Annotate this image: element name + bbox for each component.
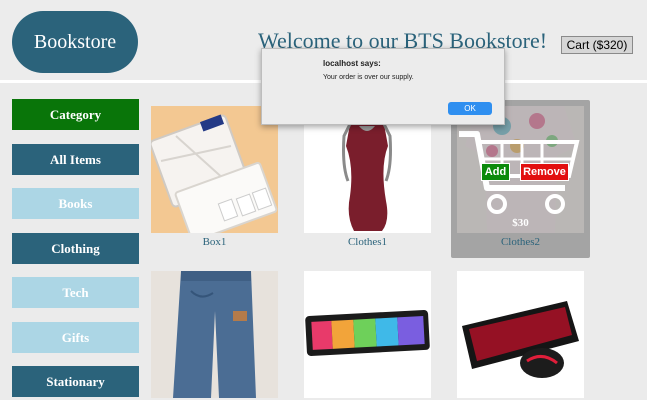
product-label[interactable]: Clothes1 bbox=[304, 236, 431, 248]
jeans-image bbox=[151, 271, 278, 398]
gaming-keyboard-image bbox=[457, 271, 584, 398]
product-label[interactable]: Clothes2 bbox=[457, 236, 584, 248]
dialog-title: localhost says: bbox=[323, 59, 381, 68]
product-image-clothes1[interactable] bbox=[304, 106, 431, 233]
dialog-message: Your order is over our supply. bbox=[323, 74, 414, 81]
sidebar-item-category[interactable]: Category bbox=[12, 99, 139, 130]
product-image-clothes2[interactable]: Add Remove $30 bbox=[457, 106, 584, 233]
sidebar-item-all-items[interactable]: All Items bbox=[12, 144, 139, 175]
page: Bookstore Welcome to our BTS Bookstore! … bbox=[0, 0, 647, 400]
product-image-jeans[interactable] bbox=[151, 271, 278, 398]
sidebar-item-stationary[interactable]: Stationary bbox=[12, 366, 139, 397]
logo[interactable]: Bookstore bbox=[12, 11, 138, 73]
keyboard-image bbox=[304, 271, 431, 398]
dress-image bbox=[304, 106, 431, 233]
add-button[interactable]: Add bbox=[481, 163, 510, 181]
ok-button[interactable]: OK bbox=[448, 102, 492, 115]
remove-button[interactable]: Remove bbox=[520, 163, 569, 181]
product-label[interactable]: Box1 bbox=[151, 236, 278, 248]
price-label: $30 bbox=[512, 217, 529, 229]
product-image-box1[interactable] bbox=[151, 106, 278, 233]
organizer-box-image bbox=[151, 106, 278, 233]
cart-button[interactable]: Cart ($320) bbox=[561, 36, 633, 54]
product-image-keyboard[interactable] bbox=[304, 271, 431, 398]
sidebar-item-gifts[interactable]: Gifts bbox=[12, 322, 139, 353]
sidebar-item-books[interactable]: Books bbox=[12, 188, 139, 219]
alert-dialog: localhost says: Your order is over our s… bbox=[261, 48, 505, 125]
sidebar-item-tech[interactable]: Tech bbox=[12, 277, 139, 308]
sidebar-item-clothing[interactable]: Clothing bbox=[12, 233, 139, 264]
product-image-gaming-keyboard[interactable] bbox=[457, 271, 584, 398]
